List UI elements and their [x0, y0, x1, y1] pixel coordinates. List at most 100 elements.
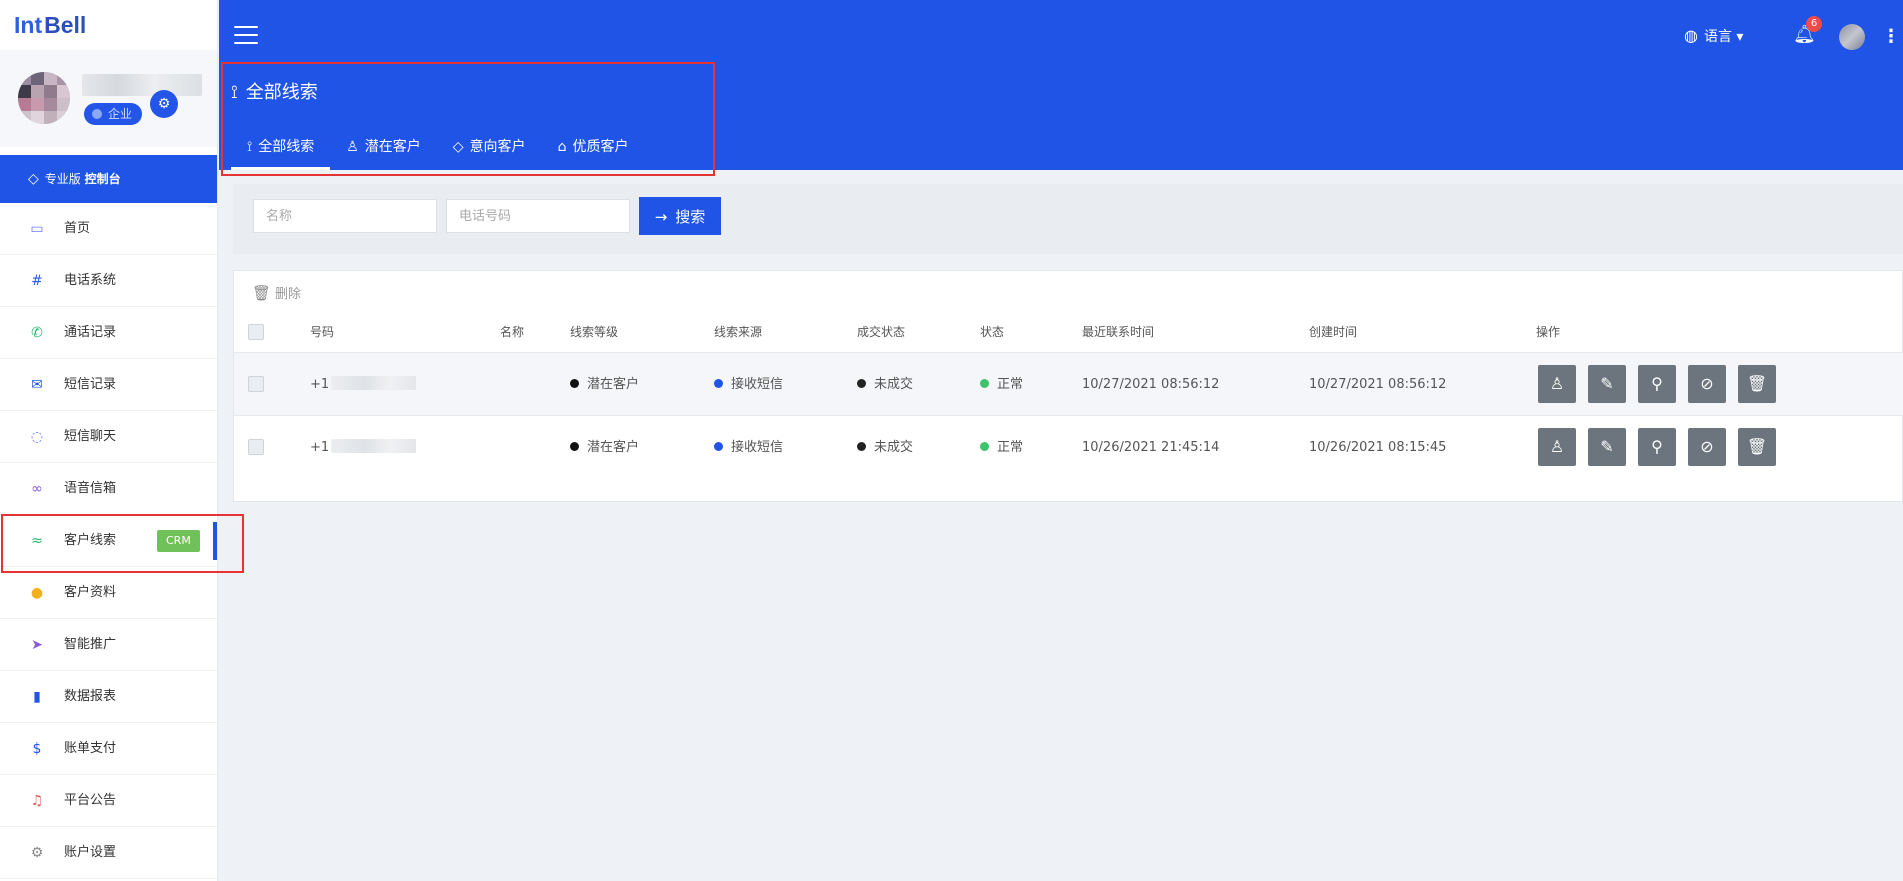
phone-prefix: +1: [310, 440, 330, 455]
trash-icon[interactable]: 🗑︎: [1738, 365, 1776, 403]
sidebar-item-account-settings[interactable]: ⚙ 账户设置: [0, 827, 217, 879]
settings-gear-icon[interactable]: ⚙: [150, 90, 178, 118]
search-button[interactable]: → 搜索: [639, 197, 721, 235]
user-name-redacted: [82, 74, 202, 96]
sidebar-item-label: 通话记录: [64, 325, 117, 340]
sidebar-item-label: 语音信箱: [64, 481, 117, 496]
delete-button[interactable]: 🗑︎ 删除: [252, 283, 301, 302]
select-all-checkbox[interactable]: [248, 324, 264, 340]
sidebar-item-label: 短信聊天: [64, 429, 117, 444]
sidebar-item-announcements[interactable]: ♫ 平台公告: [0, 775, 217, 827]
name-search-input[interactable]: [253, 199, 437, 233]
diamond-icon: ◇: [28, 171, 39, 187]
trash-icon[interactable]: 🗑︎: [1738, 428, 1776, 466]
phone-number-cell: +1: [310, 353, 417, 416]
language-label: 语言: [1703, 29, 1732, 45]
sidebar-item-customer-profile[interactable]: ● 客户资料: [0, 567, 217, 619]
row-checkbox[interactable]: [248, 439, 264, 455]
dollar-icon: $: [32, 741, 42, 757]
sidebar-item-promotion[interactable]: ➤ 智能推广: [0, 619, 217, 671]
lead-level-cell: 潜在客户: [570, 353, 639, 416]
notification-count-badge: 6: [1806, 16, 1822, 32]
account-type-label: 企业: [108, 107, 133, 121]
deal-status: 未成交: [874, 440, 914, 455]
hash-icon: #: [31, 273, 43, 289]
avatar[interactable]: [18, 72, 70, 124]
column-header[interactable]: 成交状态: [857, 311, 905, 353]
lead-level: 潜在客户: [587, 440, 640, 455]
delete-label: 删除: [275, 287, 302, 302]
sidebar-item-call-log[interactable]: ✆ 通话记录: [0, 307, 217, 359]
level-dot-icon: [570, 379, 579, 388]
column-header[interactable]: 状态: [980, 311, 1004, 353]
created-time: 10/26/2021 08:15:45: [1309, 440, 1447, 455]
column-header[interactable]: 创建时间: [1309, 311, 1357, 353]
notifications-button[interactable]: 🔔︎ 6: [1793, 16, 1822, 45]
more-options-icon[interactable]: ⋮: [1882, 26, 1900, 47]
phone-number-redacted: [331, 376, 417, 390]
sidebar-item-phone-system[interactable]: # 电话系统: [0, 255, 217, 307]
sidebar: IntBell 企业 ⚙ ◇ 专业版 控制台 ▭ 首页 # 电话系统 ✆ 通话记录 ✉ 短…: [0, 0, 218, 881]
edit-icon[interactable]: ✎: [1588, 365, 1626, 403]
sidebar-item-label: 电话系统: [64, 273, 117, 288]
source-dot-icon: [714, 442, 723, 451]
table-row: +1 潜在客户 接收短信 未成交 正常 10/27/2021 08:56:12 …: [234, 353, 1903, 416]
sidebar-item-voicemail[interactable]: ∞ 语音信箱: [0, 463, 217, 515]
bell-icon: ♫: [30, 793, 44, 809]
deal-status-cell: 未成交: [857, 416, 913, 479]
sidebar-item-label: 账户设置: [64, 845, 117, 860]
deal-status-cell: 未成交: [857, 353, 913, 416]
phone-number-cell: +1: [310, 416, 417, 479]
deal-dot-icon: [857, 379, 866, 388]
pro-console-bar[interactable]: ◇ 专业版 控制台: [0, 155, 217, 203]
menu-toggle-icon[interactable]: [234, 26, 258, 44]
column-header[interactable]: 最近联系时间: [1082, 311, 1154, 353]
view-user-icon[interactable]: ♙: [1538, 365, 1576, 403]
user-avatar[interactable]: [1839, 24, 1865, 50]
lead-source: 接收短信: [731, 377, 784, 392]
sidebar-item-reports[interactable]: ▮ 数据报表: [0, 671, 217, 723]
created-time: 10/27/2021 08:56:12: [1309, 377, 1447, 392]
top-header: ⟟ 全部线索 ⟟ 全部线索 ♙ 潜在客户 ◇ 意向客户 ⌂ 优质客户 ◍ 语言 ▾ 🔔︎ 6 …: [219, 0, 1903, 176]
sidebar-item-label: 首页: [64, 221, 91, 236]
status-dot-icon: [980, 442, 989, 451]
trash-icon: 🗑︎: [252, 284, 272, 302]
table-header-row: 号码 名称 线索等级 线索来源 成交状态 状态 最近联系时间 创建时间 操作: [234, 311, 1903, 353]
sidebar-item-home[interactable]: ▭ 首页: [0, 203, 217, 255]
sidebar-item-sms-log[interactable]: ✉ 短信记录: [0, 359, 217, 411]
arrow-right-icon: →: [654, 207, 668, 226]
column-header[interactable]: 线索等级: [570, 311, 618, 353]
user-circle-icon: ●: [30, 585, 44, 601]
last-contact-time: 10/26/2021 21:45:14: [1082, 440, 1220, 455]
cogs-icon: ⚙: [30, 845, 44, 861]
filter-bar: → 搜索: [233, 184, 1903, 254]
level-dot-icon: [570, 442, 579, 451]
phone-prefix: +1: [310, 377, 330, 392]
sidebar-item-sms-chat[interactable]: ◌ 短信聊天: [0, 411, 217, 463]
ban-icon[interactable]: ⊘: [1688, 428, 1726, 466]
ban-icon[interactable]: ⊘: [1688, 365, 1726, 403]
app-logo[interactable]: IntBell: [0, 0, 217, 50]
pro-console-label: 控制台: [84, 172, 121, 186]
assign-user-icon[interactable]: ⚲: [1638, 428, 1676, 466]
assign-user-icon[interactable]: ⚲: [1638, 365, 1676, 403]
phone-search-input[interactable]: [446, 199, 630, 233]
globe-icon: ◍: [1684, 26, 1698, 45]
status-dot-icon: [980, 379, 989, 388]
view-user-icon[interactable]: ♙: [1538, 428, 1576, 466]
edit-icon[interactable]: ✎: [1588, 428, 1626, 466]
column-header[interactable]: 名称: [500, 311, 524, 353]
column-header[interactable]: 号码: [310, 311, 334, 353]
lead-level-cell: 潜在客户: [570, 416, 639, 479]
sidebar-item-label: 短信记录: [64, 377, 117, 392]
deal-dot-icon: [857, 442, 866, 451]
column-header[interactable]: 线索来源: [714, 311, 762, 353]
account-type-badge: 企业: [84, 103, 143, 125]
logo-bell: Bell: [44, 12, 87, 38]
row-checkbox[interactable]: [248, 376, 264, 392]
phone-number-redacted: [331, 439, 417, 453]
language-selector[interactable]: ◍ 语言 ▾: [1684, 26, 1743, 46]
column-header: 操作: [1536, 325, 1561, 339]
lead-level: 潜在客户: [587, 377, 640, 392]
sidebar-item-billing[interactable]: $ 账单支付: [0, 723, 217, 775]
